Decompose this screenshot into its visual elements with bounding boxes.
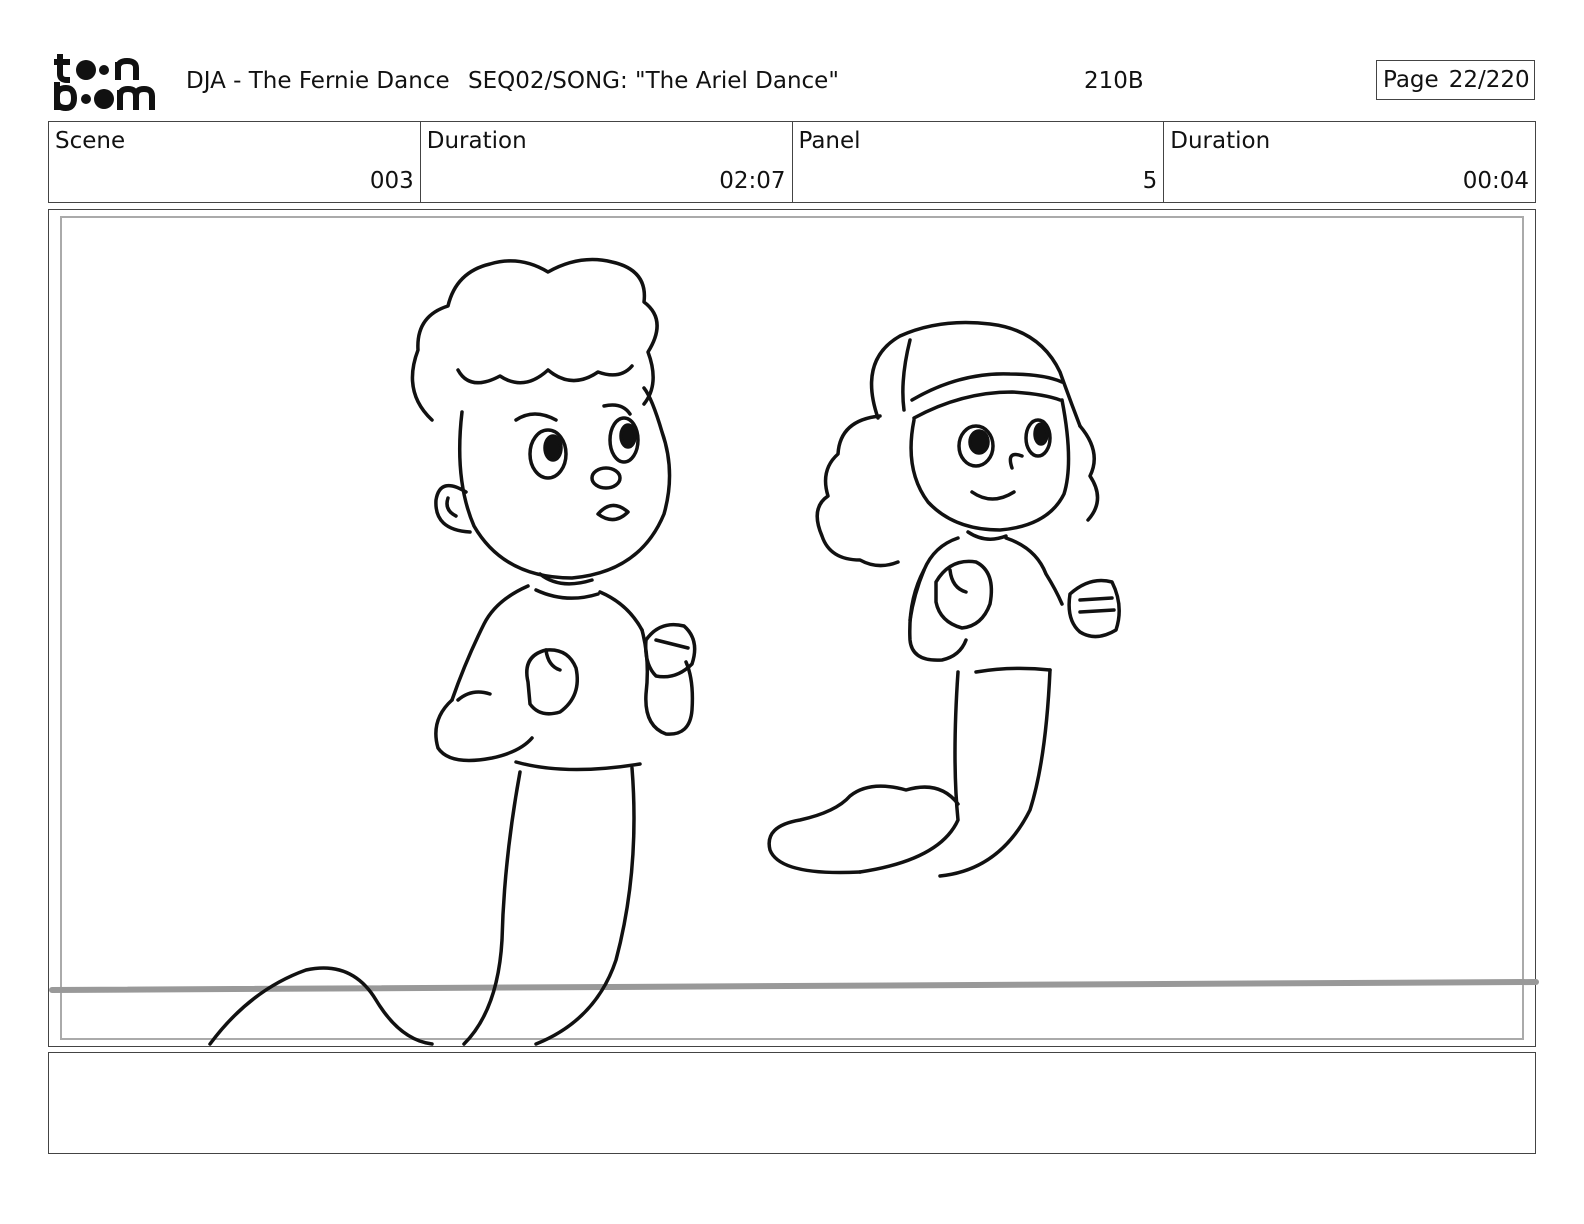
panel-label: Panel (798, 128, 861, 154)
scene-duration-label: Duration (426, 128, 527, 154)
page-label: Page (1383, 67, 1439, 93)
scene-value: 003 (369, 168, 414, 194)
sequence-title: SEQ02/SONG: "The Ariel Dance" (468, 68, 839, 94)
storyboard-panel-safe-area (60, 216, 1524, 1040)
page-value: 22/220 (1448, 67, 1530, 93)
scene-cell: Scene 003 (49, 122, 421, 202)
scene-duration-cell: Duration 02:07 (421, 122, 793, 202)
panel-info-row: Scene 003 Duration 02:07 Panel 5 Duratio… (48, 121, 1536, 203)
toonboom-logo (54, 54, 155, 112)
panel-cell: Panel 5 (793, 122, 1165, 202)
scene-label: Scene (55, 128, 126, 154)
panel-value: 5 (1142, 168, 1158, 194)
panel-duration-cell: Duration 00:04 (1164, 122, 1535, 202)
panel-duration-label: Duration (1170, 128, 1271, 154)
panel-caption-box (48, 1052, 1536, 1154)
panel-duration-value: 00:04 (1462, 168, 1529, 194)
page-indicator: Page 22/220 (1376, 60, 1535, 100)
project-title: DJA - The Fernie Dance (186, 68, 450, 94)
scene-duration-value: 02:07 (719, 168, 786, 194)
sheet-code: 210B (1084, 68, 1144, 94)
